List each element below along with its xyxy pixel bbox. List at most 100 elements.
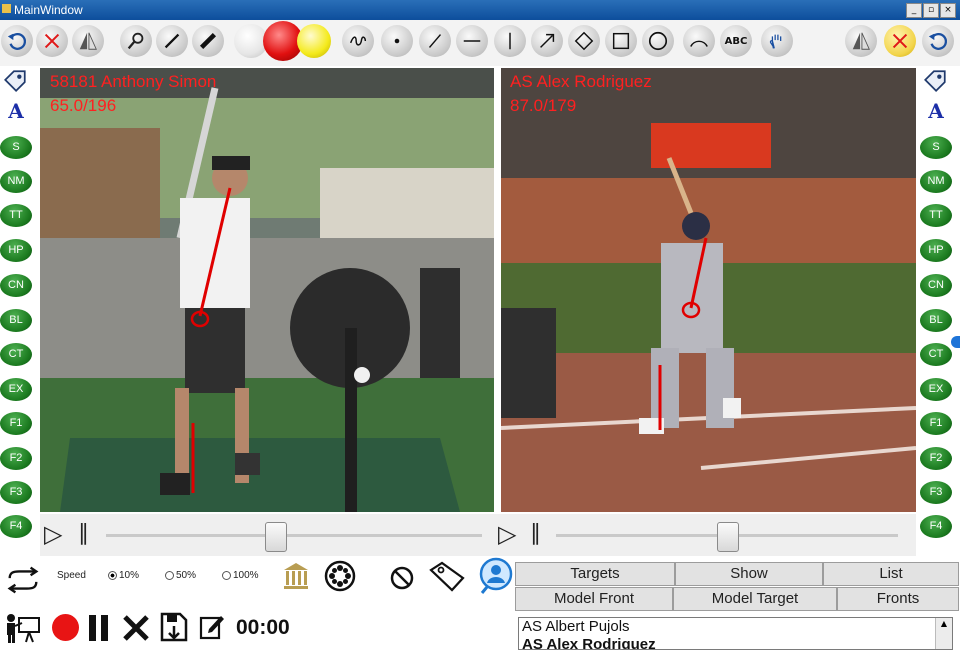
tab-show[interactable]: Show <box>675 562 823 586</box>
app-icon <box>2 4 11 13</box>
tab-list[interactable]: List <box>823 562 959 586</box>
arrow-icon[interactable] <box>531 25 563 57</box>
left-scrub-thumb[interactable] <box>265 522 288 552</box>
left-side-button-ex[interactable]: EX <box>0 378 32 401</box>
pause-icon[interactable] <box>88 614 110 642</box>
left-play-button[interactable]: ▷ <box>44 520 62 548</box>
magnifier-icon[interactable] <box>120 25 152 57</box>
edit-icon[interactable] <box>199 612 225 640</box>
left-side-button-tt[interactable]: TT <box>0 204 32 227</box>
maximize-button[interactable]: ▫ <box>923 3 939 18</box>
angle-icon[interactable] <box>568 25 600 57</box>
rectangle-icon[interactable] <box>605 25 637 57</box>
presenter-icon[interactable] <box>4 612 42 644</box>
left-side-button-s[interactable]: S <box>0 136 32 159</box>
hand-icon[interactable] <box>761 25 793 57</box>
right-pause-button[interactable]: ∥ <box>530 521 541 546</box>
color-yellow-swatch[interactable] <box>297 24 331 58</box>
title-bar: MainWindow _ ▫ × <box>0 0 960 20</box>
tag-icon[interactable] <box>2 68 28 94</box>
scroll-up-icon[interactable]: ▲ <box>936 618 952 630</box>
undo-icon-right[interactable] <box>922 25 954 57</box>
tab-model-front[interactable]: Model Front <box>515 587 673 611</box>
save-icon[interactable] <box>160 612 188 642</box>
model-list[interactable]: AS Albert Pujols AS Alex Rodriguez ▲ <box>518 617 953 650</box>
mirror-icon-right[interactable] <box>845 25 877 57</box>
right-side-button-tt[interactable]: TT <box>920 204 952 227</box>
list-scrollbar[interactable]: ▲ <box>935 618 952 649</box>
right-side-button-nm[interactable]: NM <box>920 170 952 193</box>
text-style-icon-right[interactable]: A <box>924 99 948 123</box>
right-side-button-hp[interactable]: HP <box>920 239 952 262</box>
freehand-icon[interactable] <box>342 25 374 57</box>
mirror-icon[interactable] <box>72 25 104 57</box>
left-side-button-ct[interactable]: CT <box>0 343 32 366</box>
undo-icon[interactable] <box>1 25 33 57</box>
right-scrub-thumb[interactable] <box>717 522 739 552</box>
speed-option-100[interactable]: 100% <box>222 570 259 581</box>
text-style-icon[interactable]: A <box>4 99 28 123</box>
right-side-button-f1[interactable]: F1 <box>920 412 952 435</box>
right-side-button-bl[interactable]: BL <box>920 309 952 332</box>
left-side-button-f1[interactable]: F1 <box>0 412 32 435</box>
speed-option-10[interactable]: 10% <box>108 570 139 581</box>
right-side-button-ex[interactable]: EX <box>920 378 952 401</box>
vertical-line-icon[interactable] <box>494 25 526 57</box>
library-icon[interactable] <box>282 561 310 591</box>
left-timeline: ▷ ∥ <box>40 514 494 556</box>
loop-icon[interactable] <box>4 566 42 594</box>
speed-option-50[interactable]: 50% <box>165 570 196 581</box>
clear-icon[interactable] <box>36 25 68 57</box>
arc-icon[interactable] <box>683 25 715 57</box>
list-item-selected[interactable]: AS Alex Rodriguez <box>519 636 952 649</box>
right-side-button-f3[interactable]: F3 <box>920 481 952 504</box>
right-side-button-cn[interactable]: CN <box>920 274 952 297</box>
left-side-button-hp[interactable]: HP <box>0 239 32 262</box>
tab-targets[interactable]: Targets <box>515 562 675 586</box>
right-timeline: ▷ ∥ <box>494 514 916 556</box>
tab-fronts[interactable]: Fronts <box>837 587 959 611</box>
pen-thin-icon[interactable] <box>156 25 188 57</box>
close-button[interactable]: × <box>940 3 956 18</box>
right-play-button[interactable]: ▷ <box>498 520 516 548</box>
right-side-button-ct[interactable]: CT <box>920 343 952 366</box>
timer: 00:00 <box>236 616 290 639</box>
tab-row-1: Targets Show List <box>515 562 959 586</box>
film-reel-icon[interactable] <box>324 560 356 592</box>
right-video-frame[interactable]: AS Alex Rodriguez 87.0/179 <box>501 68 916 512</box>
no-entry-icon[interactable] <box>389 565 415 591</box>
left-player-stats: 65.0/196 <box>50 96 117 115</box>
list-item[interactable]: AS Albert Pujols <box>519 618 952 636</box>
clear-icon-right[interactable] <box>884 25 916 57</box>
left-player-name: 58181 Anthony Simon <box>50 72 217 91</box>
left-side-button-cn[interactable]: CN <box>0 274 32 297</box>
tab-row-2: Model Front Model Target Fronts <box>515 587 959 611</box>
right-player-stats: 87.0/179 <box>510 96 577 115</box>
right-side-button-f2[interactable]: F2 <box>920 447 952 470</box>
left-scrub-track[interactable] <box>106 534 482 537</box>
left-side-button-f3[interactable]: F3 <box>0 481 32 504</box>
right-side-button-s[interactable]: S <box>920 136 952 159</box>
line-icon[interactable] <box>419 25 451 57</box>
tag-icon-right[interactable] <box>922 68 948 94</box>
text-tool-button[interactable]: ABC <box>720 25 752 57</box>
user-search-icon[interactable] <box>479 557 513 595</box>
delete-icon[interactable] <box>122 614 150 642</box>
left-side-button-f2[interactable]: F2 <box>0 447 32 470</box>
horizontal-line-icon[interactable] <box>456 25 488 57</box>
tag-icon-bottom[interactable] <box>428 560 466 592</box>
right-player-name: AS Alex Rodriguez <box>510 72 652 91</box>
left-pause-button[interactable]: ∥ <box>78 521 89 546</box>
minimize-button[interactable]: _ <box>906 3 922 18</box>
tab-model-target[interactable]: Model Target <box>673 587 837 611</box>
left-side-button-nm[interactable]: NM <box>0 170 32 193</box>
left-side-button-f4[interactable]: F4 <box>0 515 32 538</box>
right-side-button-f4[interactable]: F4 <box>920 515 952 538</box>
panel-edge-indicator[interactable] <box>951 336 960 348</box>
dot-icon[interactable] <box>381 25 413 57</box>
left-side-button-bl[interactable]: BL <box>0 309 32 332</box>
record-button[interactable] <box>52 614 79 641</box>
pen-thick-icon[interactable] <box>192 25 224 57</box>
circle-icon[interactable] <box>642 25 674 57</box>
left-video-frame[interactable]: 58181 Anthony Simon 65.0/196 <box>40 68 494 512</box>
